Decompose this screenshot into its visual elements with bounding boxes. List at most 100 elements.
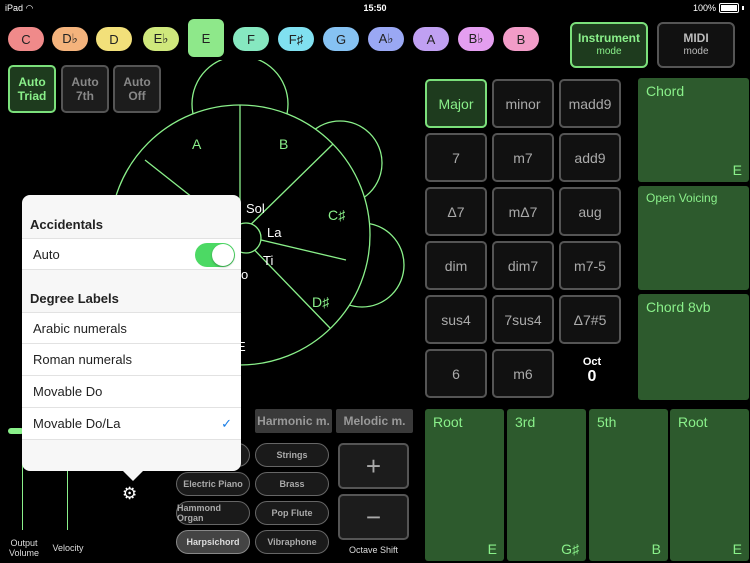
- chord-quality-button[interactable]: madd9: [559, 79, 621, 128]
- status-bar: iPad ◠ 15:50 100%: [0, 0, 750, 16]
- chord-quality-button[interactable]: aug: [559, 187, 621, 236]
- instrument-button[interactable]: Harpsichord: [176, 530, 250, 554]
- wheel-note-label: A: [192, 136, 202, 152]
- chord-quality-button[interactable]: m7: [492, 133, 554, 182]
- wheel-note-label: B: [279, 136, 288, 152]
- midi-mode-sub: mode: [683, 46, 709, 57]
- degree-option-roman[interactable]: Roman numerals: [22, 344, 241, 376]
- instrument-button[interactable]: Hammond Organ: [176, 501, 250, 525]
- wheel-degree-label: Ti: [263, 253, 273, 268]
- midi-mode-button[interactable]: MIDI mode: [657, 22, 735, 68]
- instrument-button[interactable]: Vibraphone: [255, 530, 329, 554]
- chord-quality-button[interactable]: minor: [492, 79, 554, 128]
- option-label: Arabic numerals: [33, 320, 127, 336]
- melodic-minor-button[interactable]: Melodic m.: [336, 409, 413, 433]
- key-button[interactable]: A♭: [368, 27, 404, 51]
- chord-quality-button[interactable]: m7-5: [559, 241, 621, 290]
- chord-quality-button[interactable]: Δ7#5: [559, 295, 621, 344]
- note-pad[interactable]: 5th B: [589, 409, 668, 561]
- chord-8vb-title: Chord 8vb: [646, 299, 711, 315]
- chord-pad-note: E: [732, 162, 742, 178]
- option-label: Movable Do/La: [33, 416, 121, 431]
- degree-option-arabic[interactable]: Arabic numerals: [22, 312, 241, 344]
- clock: 15:50: [363, 3, 387, 13]
- degree-labels-header: Degree Labels: [30, 291, 119, 306]
- chord-quality-button[interactable]: dim7: [492, 241, 554, 290]
- instrument-button[interactable]: Strings: [255, 443, 329, 467]
- note-pad[interactable]: 3rd G♯: [507, 409, 586, 561]
- checkmark-icon: ✓: [221, 415, 232, 431]
- chord-quality-button[interactable]: Major: [425, 79, 487, 128]
- option-label: Roman numerals: [33, 352, 132, 367]
- note-pad[interactable]: Root E: [425, 409, 504, 561]
- octave-label: Oct: [582, 356, 602, 368]
- chord-pad[interactable]: Chord E: [638, 78, 749, 182]
- key-button[interactable]: F: [233, 27, 269, 51]
- note-pad-note: G♯: [561, 541, 579, 557]
- octave-up-button[interactable]: +: [338, 443, 409, 489]
- accidentals-auto-row: Auto: [22, 238, 241, 270]
- key-button[interactable]: E♭: [143, 27, 179, 51]
- gear-icon[interactable]: ⚙: [122, 484, 137, 504]
- instrument-button[interactable]: Pop Flute: [255, 501, 329, 525]
- wheel-degree-label: o: [241, 267, 248, 282]
- settings-popover: Accidentals Auto Degree Labels Arabic nu…: [22, 195, 241, 481]
- octave-down-button[interactable]: −: [338, 494, 409, 540]
- chord-quality-button[interactable]: add9: [559, 133, 621, 182]
- instrument-button[interactable]: Brass: [255, 472, 329, 496]
- open-voicing-pad[interactable]: Open Voicing: [638, 186, 749, 290]
- chord-pad-title: Chord: [646, 83, 685, 99]
- note-pad-note: B: [651, 541, 661, 557]
- key-button[interactable]: A: [413, 27, 449, 51]
- chord-quality-button[interactable]: 6: [425, 349, 487, 398]
- midi-mode-label: MIDI: [683, 31, 709, 45]
- battery-icon: [719, 3, 739, 13]
- instrument-button[interactable]: Electric Piano: [176, 472, 250, 496]
- wheel-degree-label: La: [267, 225, 282, 240]
- note-pad-title: Root: [678, 414, 708, 430]
- chord-quality-button[interactable]: 7: [425, 133, 487, 182]
- accidentals-header: Accidentals: [30, 217, 103, 232]
- option-label: Movable Do: [33, 384, 103, 399]
- octave-display: Oct 0: [559, 356, 625, 386]
- accidentals-auto-label: Auto: [33, 246, 60, 262]
- chord-quality-button[interactable]: m6: [492, 349, 554, 398]
- wheel-note-label: C♯: [328, 207, 346, 223]
- popover-arrow: [123, 471, 143, 481]
- key-button[interactable]: D: [96, 27, 132, 51]
- chord-8vb-pad[interactable]: Chord 8vb: [638, 294, 749, 400]
- octave-shift-label: Octave Shift: [348, 545, 399, 555]
- key-button[interactable]: E: [188, 19, 224, 57]
- key-button[interactable]: C: [8, 27, 44, 51]
- note-pad-note: E: [732, 541, 742, 557]
- note-pad-note: E: [487, 541, 497, 557]
- wheel-note-label: D♯: [312, 294, 330, 310]
- instrument-mode-button[interactable]: Instrument mode: [570, 22, 648, 68]
- octave-value: 0: [587, 368, 597, 385]
- wheel-degree-label: Sol: [246, 201, 265, 216]
- key-button[interactable]: D♭: [52, 27, 88, 51]
- note-pad[interactable]: Root E: [670, 409, 749, 561]
- output-volume-label: Output Volume: [8, 538, 40, 558]
- accidentals-auto-toggle[interactable]: [195, 243, 235, 267]
- chord-quality-button[interactable]: mΔ7: [492, 187, 554, 236]
- key-button[interactable]: B: [503, 27, 539, 51]
- battery-indicator: 100%: [693, 3, 744, 13]
- note-pad-title: 3rd: [515, 414, 536, 430]
- harmonic-minor-button[interactable]: Harmonic m.: [255, 409, 332, 433]
- key-button[interactable]: G: [323, 27, 359, 51]
- instrument-mode-label: Instrument: [577, 31, 640, 45]
- degree-option-movable-do[interactable]: Movable Do: [22, 376, 241, 408]
- chord-quality-button[interactable]: dim: [425, 241, 487, 290]
- chord-quality-button[interactable]: sus4: [425, 295, 487, 344]
- key-button[interactable]: B♭: [458, 27, 494, 51]
- open-voicing-title: Open Voicing: [646, 191, 718, 205]
- degree-option-movable-do-la[interactable]: Movable Do/La ✓: [22, 408, 241, 440]
- velocity-label: Velocity: [52, 543, 84, 553]
- note-pad-title: 5th: [597, 414, 617, 430]
- key-button[interactable]: F♯: [278, 27, 314, 51]
- instrument-mode-sub: mode: [596, 46, 622, 57]
- chord-quality-button[interactable]: 7sus4: [492, 295, 554, 344]
- chord-quality-button[interactable]: Δ7: [425, 187, 487, 236]
- note-pad-title: Root: [433, 414, 463, 430]
